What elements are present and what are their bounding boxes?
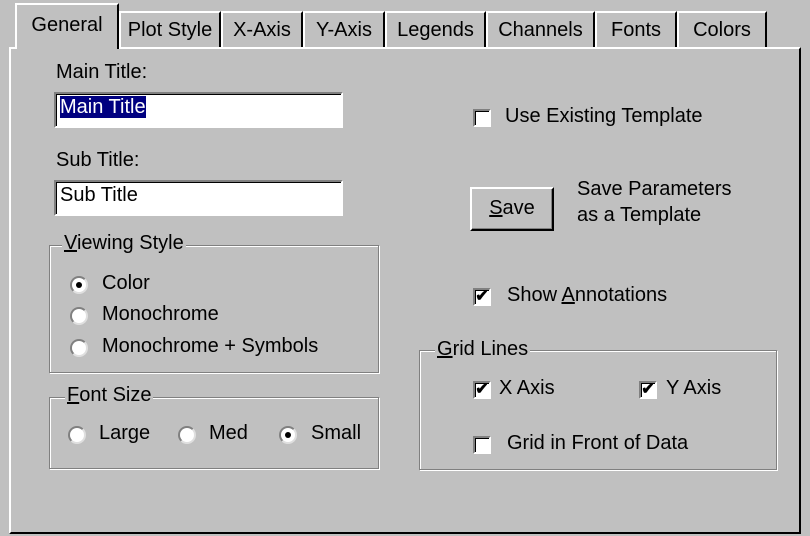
- tab-x-axis-label: X-Axis: [233, 19, 291, 41]
- sub-title-label: Sub Title:: [56, 149, 140, 171]
- radio-monochrome[interactable]: [70, 307, 88, 325]
- tab-colors[interactable]: Colors: [677, 11, 767, 47]
- tab-general[interactable]: General: [15, 3, 119, 49]
- grid-lines-legend: Grid Lines: [435, 338, 531, 361]
- save-mnemonic: S: [489, 197, 503, 219]
- font-size-legend: Font Size: [65, 384, 154, 407]
- tab-plot-style[interactable]: Plot Style: [119, 11, 221, 47]
- radio-monochrome-symbols-label[interactable]: Monochrome + Symbols: [102, 335, 318, 358]
- tab-legends[interactable]: Legends: [385, 11, 486, 47]
- tab-plot-style-label: Plot Style: [127, 19, 213, 41]
- radio-med-label[interactable]: Med: [209, 422, 248, 445]
- show-annotations-label[interactable]: Show Annotations: [507, 284, 667, 307]
- general-panel: Main Title: Main Title Sub Title: Sub Ti…: [9, 47, 801, 534]
- grid-lines-mnemonic: G: [437, 338, 453, 360]
- tab-fonts[interactable]: Fonts: [595, 11, 677, 47]
- font-size-legend-text: ont Size: [79, 384, 152, 406]
- sub-title-input[interactable]: Sub Title: [54, 180, 343, 216]
- radio-small-label[interactable]: Small: [311, 422, 361, 445]
- use-existing-template-checkbox[interactable]: [473, 109, 491, 127]
- tab-y-axis-label: Y-Axis: [316, 19, 372, 41]
- viewing-style-legend-text: iewing Style: [76, 232, 184, 254]
- tab-x-axis[interactable]: X-Axis: [221, 11, 303, 47]
- viewing-style-mnemonic: V: [64, 232, 77, 254]
- x-axis-grid-label[interactable]: X Axis: [499, 377, 555, 400]
- y-axis-grid-label[interactable]: Y Axis: [666, 377, 721, 400]
- save-description-line1: Save Parameters: [577, 178, 732, 200]
- sub-title-value: Sub Title: [60, 184, 138, 206]
- main-title-input[interactable]: Main Title: [54, 92, 343, 128]
- grid-lines-legend-text: rid Lines: [452, 338, 529, 360]
- show-annotations-label-pre: Show: [507, 284, 562, 306]
- use-existing-template-label[interactable]: Use Existing Template: [505, 105, 703, 128]
- x-axis-grid-checkbox[interactable]: ✔: [473, 381, 491, 399]
- radio-monochrome-symbols[interactable]: [70, 339, 88, 357]
- tab-y-axis[interactable]: Y-Axis: [303, 11, 385, 47]
- radio-large[interactable]: [68, 426, 86, 444]
- tab-general-label: General: [31, 14, 103, 36]
- show-annotations-label-post: nnotations: [574, 284, 668, 306]
- radio-monochrome-label[interactable]: Monochrome: [102, 303, 219, 326]
- tab-legends-label: Legends: [397, 19, 474, 41]
- tab-colors-label: Colors: [693, 19, 751, 41]
- grid-in-front-label[interactable]: Grid in Front of Data: [507, 432, 688, 455]
- save-button[interactable]: Save: [470, 187, 554, 231]
- radio-large-label[interactable]: Large: [99, 422, 150, 445]
- tab-channels[interactable]: Channels: [486, 11, 595, 47]
- main-title-label: Main Title:: [56, 61, 148, 83]
- show-annotations-checkbox[interactable]: ✔: [473, 288, 491, 306]
- radio-color-label[interactable]: Color: [102, 272, 150, 295]
- radio-color[interactable]: [70, 276, 88, 294]
- viewing-style-legend: Viewing Style: [62, 232, 186, 255]
- show-annotations-mnemonic: A: [561, 284, 575, 306]
- radio-med[interactable]: [178, 426, 196, 444]
- save-button-label: ave: [502, 197, 535, 219]
- grid-in-front-checkbox[interactable]: [473, 436, 491, 454]
- save-description-line2: as a Template: [577, 204, 702, 226]
- radio-small[interactable]: [279, 426, 297, 444]
- tab-channels-label: Channels: [498, 19, 583, 41]
- font-size-mnemonic: F: [67, 384, 80, 406]
- tab-fonts-label: Fonts: [610, 19, 662, 41]
- y-axis-grid-checkbox[interactable]: ✔: [639, 381, 657, 399]
- main-title-value: Main Title: [60, 96, 146, 118]
